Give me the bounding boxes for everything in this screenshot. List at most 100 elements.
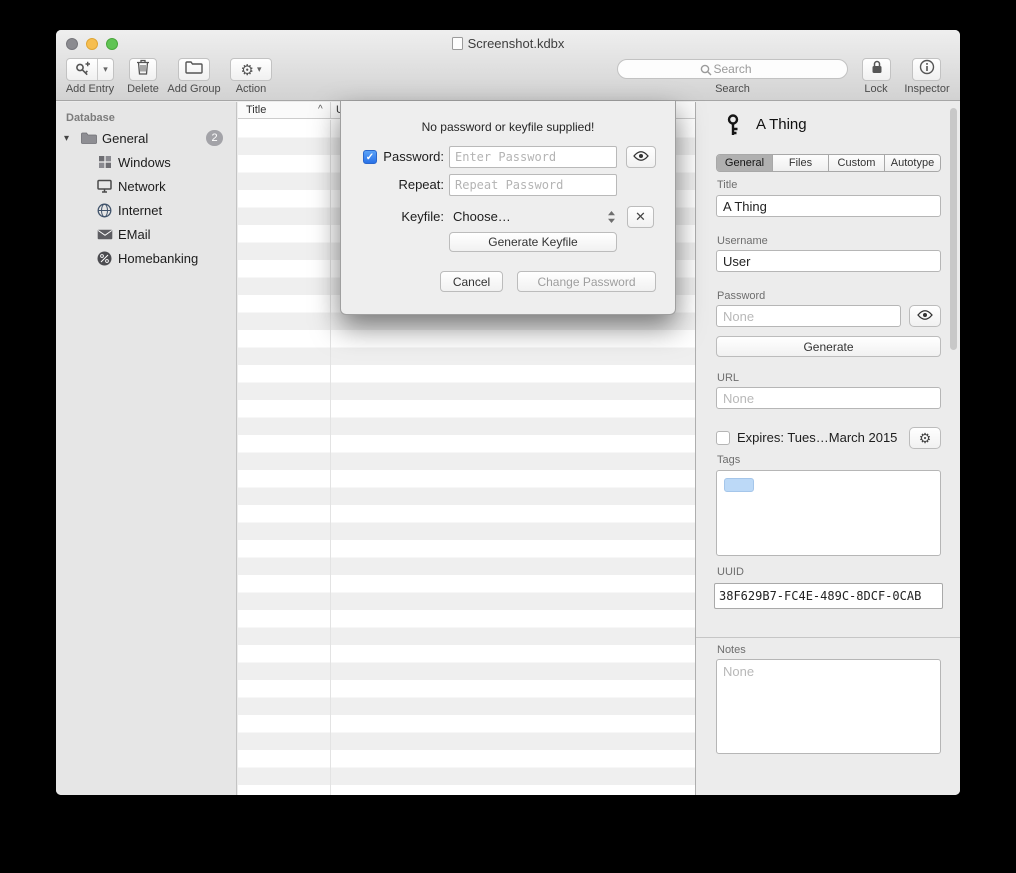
repeat-label: Repeat: <box>344 174 444 196</box>
search-field <box>617 59 848 79</box>
delete-label: Delete <box>118 83 168 95</box>
generate-keyfile-button[interactable]: Generate Keyfile <box>449 232 617 252</box>
app-window: Screenshot.kdbx Add Entry Delete Add Gro… <box>56 30 960 795</box>
folder-icon <box>80 130 97 147</box>
sidebar-group-general[interactable]: General 2 <box>56 126 236 150</box>
inspector-toggle-button[interactable] <box>912 58 941 81</box>
sidebar-header: Database <box>66 112 115 124</box>
search-icon <box>700 64 712 76</box>
add-group-button[interactable] <box>178 58 210 81</box>
title-label: Title <box>717 179 737 191</box>
notes-label: Notes <box>717 644 746 656</box>
action-label: Action <box>221 83 281 95</box>
url-field[interactable] <box>716 387 941 409</box>
sidebar-item-email[interactable]: EMail <box>56 222 236 246</box>
search-label: Search <box>617 83 848 95</box>
section-divider <box>696 637 960 638</box>
sidebar-item-label: Windows <box>118 155 171 170</box>
sidebar-item-label: Homebanking <box>118 251 198 266</box>
inspector-panel: A Thing General Files Custom Autotype Ti… <box>695 102 960 795</box>
add-entry-button[interactable] <box>66 58 114 81</box>
column-header-title[interactable]: Title <box>246 104 266 116</box>
dropdown-arrow-icon[interactable] <box>98 59 113 80</box>
sidebar-item-homebanking[interactable]: Homebanking <box>56 246 236 270</box>
change-password-sheet: No password or keyfile supplied! Passwor… <box>340 101 676 315</box>
show-password-button[interactable] <box>909 305 941 327</box>
repeat-password-input[interactable] <box>449 174 617 196</box>
window-title: Screenshot.kdbx <box>56 36 960 51</box>
column-divider[interactable] <box>330 102 331 118</box>
inspector-scrollbar[interactable] <box>950 108 957 350</box>
change-password-button[interactable]: Change Password <box>517 271 656 292</box>
password-label: Password: <box>344 146 444 168</box>
url-label: URL <box>717 372 739 384</box>
tag-chip[interactable] <box>724 478 754 492</box>
password-label: Password <box>717 290 765 302</box>
group-count-badge: 2 <box>206 130 223 146</box>
window-title-text: Screenshot.kdbx <box>468 36 565 51</box>
tab-general[interactable]: General <box>717 155 773 171</box>
gear-icon <box>919 430 932 447</box>
sidebar-item-internet[interactable]: Internet <box>56 198 236 222</box>
uuid-label: UUID <box>717 566 744 578</box>
username-label: Username <box>717 235 768 247</box>
sort-ascending-icon[interactable]: ^ <box>318 104 323 115</box>
dropdown-arrow-icon <box>257 64 262 75</box>
key-icon <box>722 113 744 142</box>
password-field[interactable] <box>716 305 901 327</box>
clear-keyfile-button[interactable] <box>627 206 654 228</box>
document-icon <box>452 37 463 50</box>
search-input[interactable] <box>618 60 847 78</box>
tags-field[interactable] <box>716 470 941 556</box>
sidebar-item-label: Network <box>118 179 166 194</box>
keyfile-popup[interactable]: Choose… <box>453 206 511 228</box>
add-group-label: Add Group <box>164 83 224 95</box>
add-entry-label: Add Entry <box>60 83 120 95</box>
username-field[interactable] <box>716 250 941 272</box>
title-field[interactable] <box>716 195 941 217</box>
tab-custom[interactable]: Custom <box>829 155 885 171</box>
sidebar-item-label: EMail <box>118 227 151 242</box>
entry-title: A Thing <box>756 116 807 133</box>
stepper-icon[interactable] <box>607 210 616 229</box>
mail-icon <box>96 226 113 243</box>
expires-checkbox[interactable] <box>716 431 730 445</box>
enter-password-input[interactable] <box>449 146 617 168</box>
sheet-message: No password or keyfile supplied! <box>341 120 675 134</box>
tab-files[interactable]: Files <box>773 155 829 171</box>
lock-label: Lock <box>851 83 901 95</box>
key-plus-icon <box>67 59 98 80</box>
homebanking-icon <box>96 250 113 267</box>
sidebar-group-label: General <box>102 131 148 146</box>
globe-icon <box>96 202 113 219</box>
action-button[interactable] <box>230 58 272 81</box>
show-password-button[interactable] <box>626 146 656 168</box>
notes-field[interactable] <box>716 659 941 754</box>
column-grid-line <box>330 120 331 795</box>
sidebar-item-network[interactable]: Network <box>56 174 236 198</box>
delete-button[interactable] <box>129 58 157 81</box>
eye-icon <box>633 150 649 164</box>
lock-button[interactable] <box>862 58 891 81</box>
network-icon <box>96 178 113 195</box>
gear-icon <box>241 61 254 79</box>
generate-password-button[interactable]: Generate <box>716 336 941 357</box>
sidebar-item-label: Internet <box>118 203 162 218</box>
tags-label: Tags <box>717 454 740 466</box>
eye-icon <box>917 309 933 323</box>
disclosure-triangle-icon[interactable] <box>64 133 76 144</box>
keyfile-label: Keyfile: <box>344 206 444 228</box>
window-header: Screenshot.kdbx Add Entry Delete Add Gro… <box>56 30 960 101</box>
expires-settings-button[interactable] <box>909 427 941 449</box>
uuid-field[interactable]: 38F629B7-FC4E-489C-8DCF-0CAB <box>714 583 943 609</box>
inspector-label: Inspector <box>896 83 958 95</box>
expires-label: Expires: Tues…March 2015 <box>737 427 897 449</box>
sidebar-item-windows[interactable]: Windows <box>56 150 236 174</box>
cancel-button[interactable]: Cancel <box>440 271 503 292</box>
windows-icon <box>96 154 113 171</box>
tab-autotype[interactable]: Autotype <box>885 155 940 171</box>
trash-icon <box>136 59 150 80</box>
sidebar: Database General 2 Windows Network <box>56 102 237 795</box>
lock-icon <box>870 59 884 80</box>
info-icon <box>919 59 935 80</box>
